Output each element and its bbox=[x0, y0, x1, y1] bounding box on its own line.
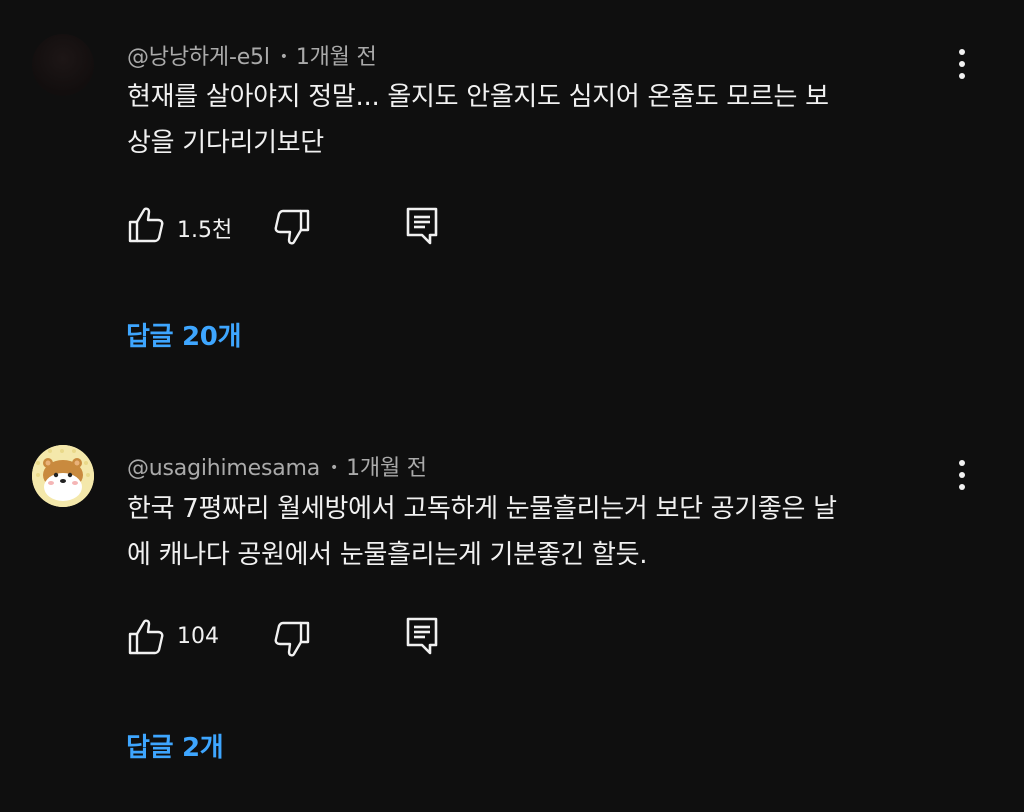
comment-text: 현재를 살아야지 정말... 올지도 안올지도 심지어 온줄도 모르는 보 상을… bbox=[127, 74, 947, 166]
more-actions-button[interactable] bbox=[950, 455, 974, 495]
comment-time[interactable]: 1개월 전 bbox=[346, 456, 427, 481]
thumb-down-icon bbox=[274, 621, 310, 657]
comment-text-line: 현재를 살아야지 정말... 올지도 안올지도 심지어 온줄도 모르는 보 bbox=[127, 82, 829, 112]
reply-icon bbox=[406, 207, 438, 245]
comment-time[interactable]: 1개월 전 bbox=[296, 45, 377, 70]
author-name[interactable]: @usagihimesama bbox=[127, 456, 320, 481]
more-vert-icon bbox=[959, 460, 965, 490]
comment-text-line: 상을 기다리기보단 bbox=[127, 128, 324, 158]
thumb-up-icon bbox=[128, 207, 164, 243]
comment-text-line: 한국 7평짜리 월세방에서 고독하게 눈물흘리는거 보단 공기좋은 날 bbox=[127, 494, 837, 524]
avatar[interactable] bbox=[32, 34, 94, 96]
hamster-avatar-icon bbox=[32, 445, 94, 507]
comment-header: @낭낭하게-e5l • 1개월 전 bbox=[127, 39, 377, 71]
like-button[interactable] bbox=[127, 618, 165, 656]
view-replies-button[interactable]: 답글 2개 bbox=[126, 727, 224, 764]
more-vert-icon bbox=[959, 49, 965, 79]
thumb-down-icon bbox=[274, 209, 310, 245]
comment-header: @usagihimesama • 1개월 전 bbox=[127, 450, 427, 482]
reply-button[interactable] bbox=[405, 616, 439, 656]
like-button[interactable] bbox=[127, 206, 165, 244]
view-replies-button[interactable]: 답글 20개 bbox=[126, 316, 242, 353]
thumb-up-icon bbox=[128, 619, 164, 655]
dislike-button[interactable] bbox=[273, 620, 311, 658]
reply-icon bbox=[406, 617, 438, 655]
comment-text-line: 에 캐나다 공원에서 눈물흘리는게 기분좋긴 할듯. bbox=[127, 540, 648, 570]
avatar[interactable] bbox=[32, 445, 94, 507]
separator-dot: • bbox=[279, 49, 288, 65]
more-actions-button[interactable] bbox=[950, 44, 974, 84]
like-count: 104 bbox=[177, 624, 219, 649]
dislike-button[interactable] bbox=[273, 208, 311, 246]
reply-button[interactable] bbox=[405, 206, 439, 246]
author-name[interactable]: @낭낭하게-e5l bbox=[127, 45, 270, 70]
like-count: 1.5천 bbox=[177, 218, 233, 243]
comment-text: 한국 7평짜리 월세방에서 고독하게 눈물흘리는거 보단 공기좋은 날 에 캐나… bbox=[127, 486, 947, 578]
separator-dot: • bbox=[330, 460, 339, 476]
